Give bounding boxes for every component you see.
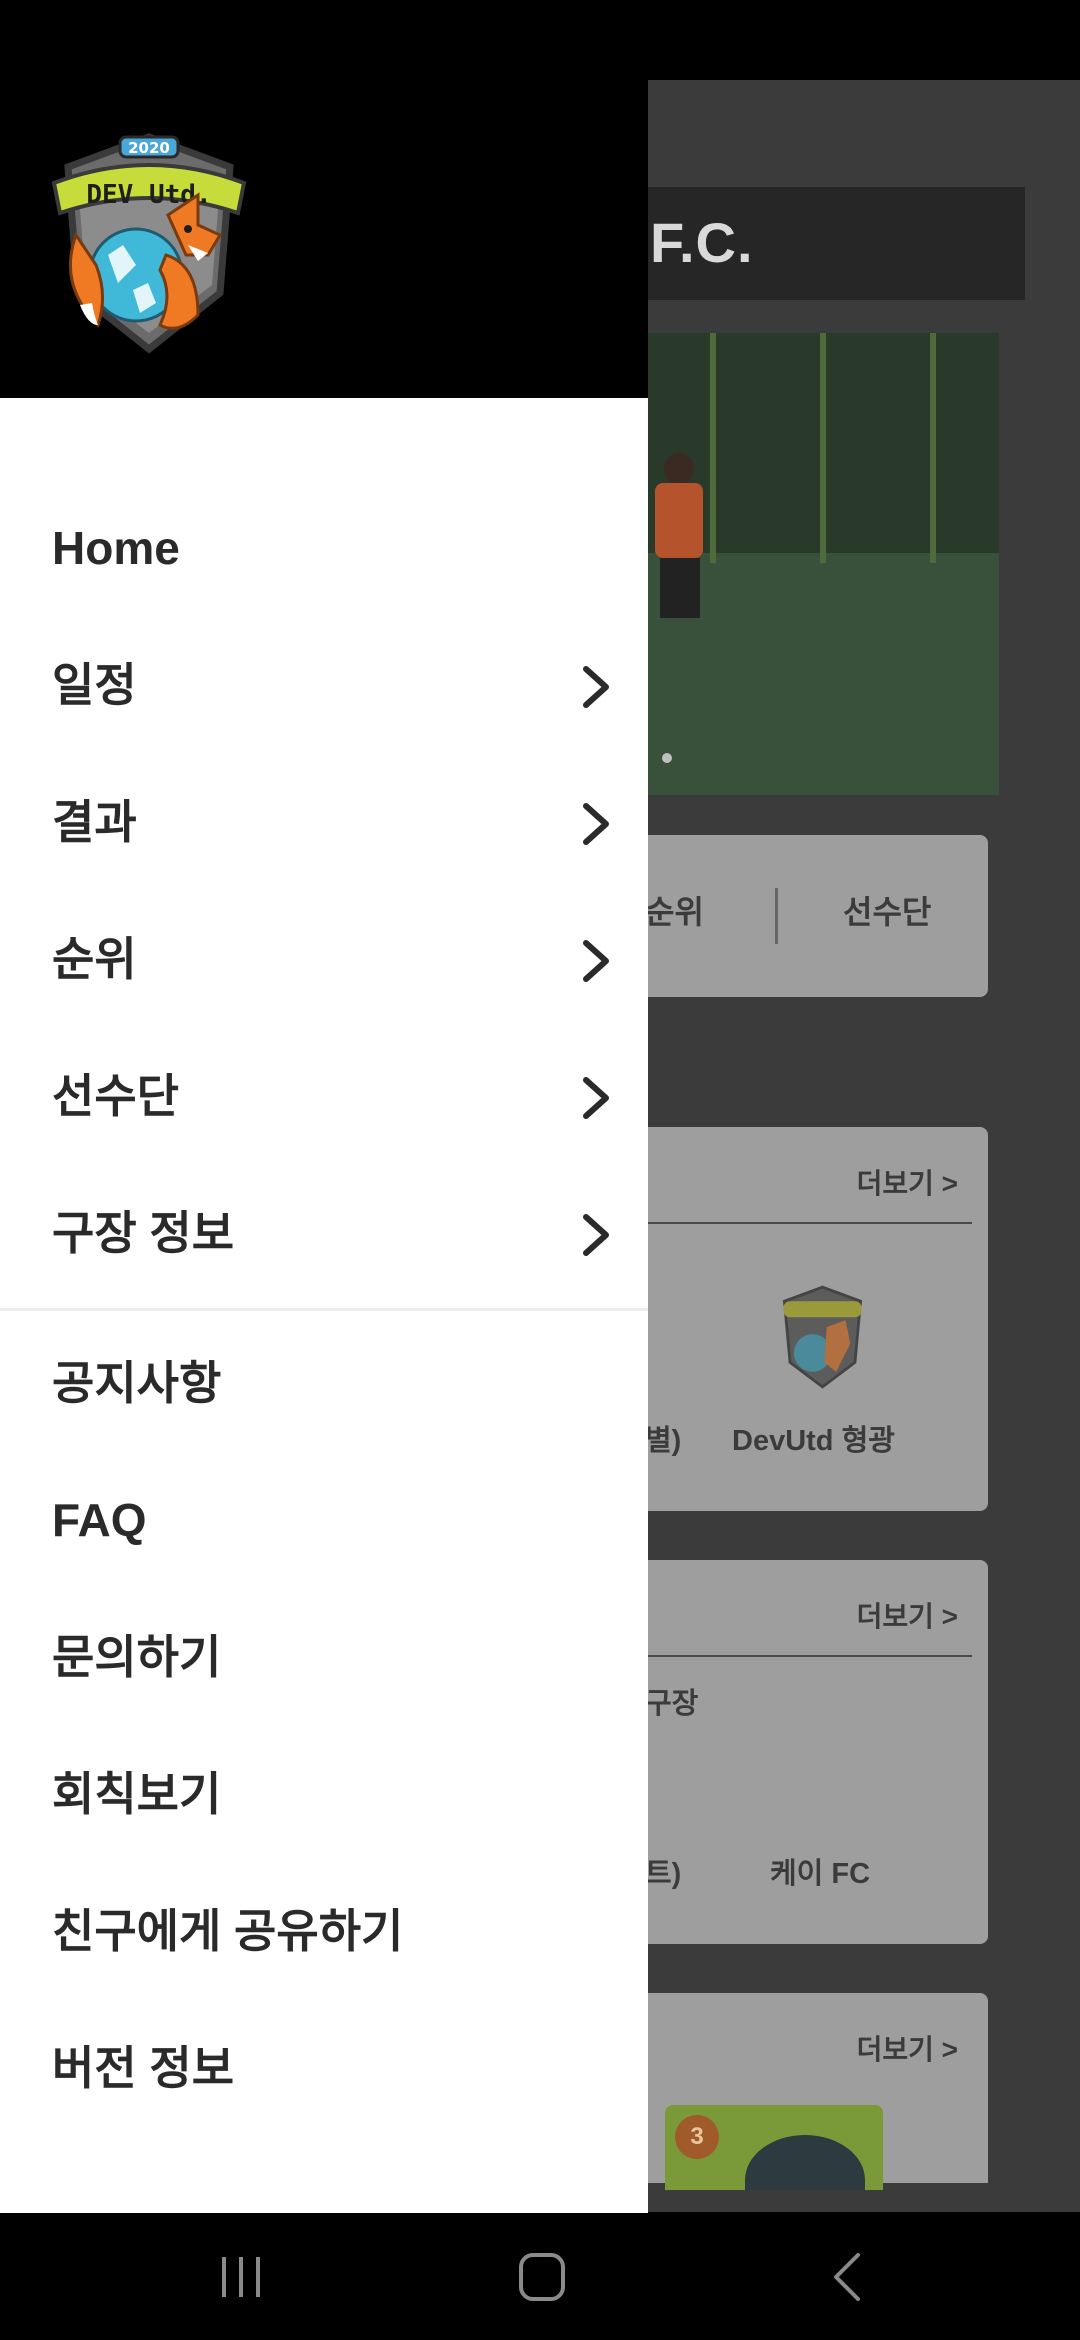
menu-item-notices[interactable]: 공지사항 — [0, 1315, 648, 1452]
chevron-right-icon — [583, 803, 609, 845]
chevron-right-icon — [583, 940, 609, 982]
player-photo: 3 — [665, 2105, 883, 2190]
more-link: 더보기 > — [856, 1168, 958, 1199]
menu-item-squad[interactable]: 선수단 — [0, 1028, 648, 1165]
menu-item-label: 일정 — [52, 659, 137, 711]
menu-divider — [0, 1308, 648, 1311]
menu-item-version-info[interactable]: 버전 정보 — [0, 2000, 648, 2137]
menu-item-contact[interactable]: 문의하기 — [0, 1589, 648, 1726]
team-name: 케이 FC — [770, 1858, 871, 1890]
background-tab-standings: 순위 — [645, 894, 704, 930]
svg-text:2020: 2020 — [128, 139, 170, 157]
menu-item-share[interactable]: 친구에게 공유하기 — [0, 1863, 648, 2000]
menu-item-label: 구장 정보 — [52, 1207, 235, 1259]
status-bar — [0, 0, 1080, 80]
background-text: 트) — [645, 1858, 682, 1890]
menu-item-faq[interactable]: FAQ — [0, 1452, 648, 1589]
more-link: 더보기 > — [856, 2034, 958, 2065]
menu-item-label: FAQ — [52, 1494, 147, 1546]
drawer-menu-primary: Home 일정 결과 순위 선수단 구장 정보 공지사항 FAQ 문의하기 회칙… — [0, 480, 648, 2137]
drawer-menu-secondary: 공지사항 FAQ 문의하기 회칙보기 친구에게 공유하기 버전 정보 — [0, 1315, 648, 2137]
recent-apps-icon[interactable] — [196, 2241, 286, 2313]
menu-item-label: 문의하기 — [52, 1631, 222, 1683]
menu-item-label: 선수단 — [52, 1070, 179, 1122]
team-logo-icon: 2020 DEV Utd. — [51, 133, 247, 354]
carousel-dot — [662, 753, 672, 763]
menu-item-label: 결과 — [52, 796, 137, 848]
background-title: F.C. — [650, 211, 754, 274]
menu-item-label: 순위 — [52, 933, 137, 985]
menu-item-standings[interactable]: 순위 — [0, 891, 648, 1028]
tab-separator — [775, 888, 778, 944]
chevron-right-icon — [583, 666, 609, 708]
background-text: 별) — [645, 1425, 682, 1457]
background-tab-squad: 선수단 — [843, 894, 932, 930]
chevron-right-icon — [583, 1077, 609, 1119]
medal-badge: 3 — [675, 2115, 719, 2159]
menu-item-label: 공지사항 — [52, 1357, 222, 1409]
home-icon[interactable] — [497, 2241, 587, 2313]
system-navigation-bar — [0, 2213, 1080, 2340]
menu-item-home[interactable]: Home — [0, 480, 648, 617]
menu-item-schedule[interactable]: 일정 — [0, 617, 648, 754]
menu-item-label: 회칙보기 — [52, 1768, 222, 1820]
drawer-header: 2020 DEV Utd. — [0, 80, 648, 398]
team-logo-small-icon — [782, 1285, 863, 1389]
background-text: 구장 — [645, 1688, 699, 1720]
menu-item-label: Home — [52, 522, 180, 574]
menu-item-rules[interactable]: 회칙보기 — [0, 1726, 648, 1863]
chevron-right-icon — [583, 1214, 609, 1256]
menu-item-label: 버전 정보 — [52, 2042, 235, 2094]
menu-item-results[interactable]: 결과 — [0, 754, 648, 891]
player-name: DevUtd 형광 — [732, 1425, 895, 1457]
menu-item-label: 친구에게 공유하기 — [52, 1905, 404, 1957]
more-link: 더보기 > — [856, 1601, 958, 1632]
navigation-drawer: 2020 DEV Utd. Home 일정 결과 순위 선수단 구장 정보 공지… — [0, 80, 648, 2213]
back-icon[interactable] — [802, 2241, 892, 2313]
menu-item-stadium-info[interactable]: 구장 정보 — [0, 1165, 648, 1302]
